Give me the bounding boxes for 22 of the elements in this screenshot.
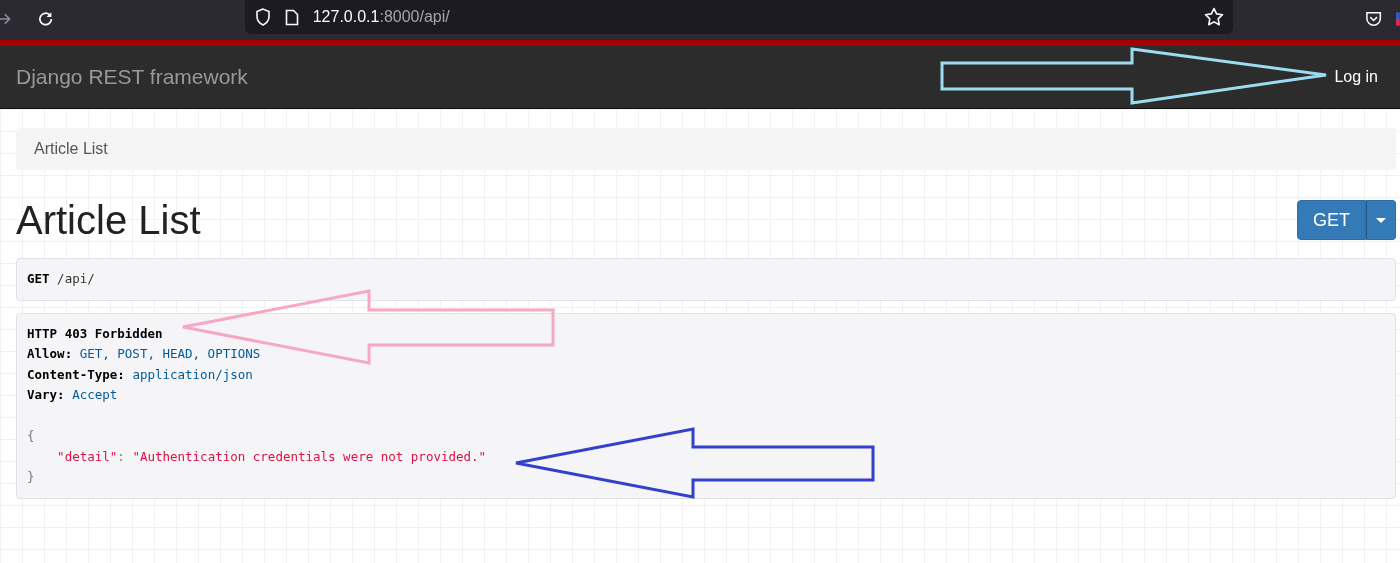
- shield-icon[interactable]: [254, 8, 271, 26]
- dropdown-button[interactable]: [1366, 200, 1396, 240]
- brand-link[interactable]: Django REST framework: [16, 65, 248, 89]
- login-link[interactable]: Log in: [1334, 68, 1378, 86]
- reload-icon[interactable]: [37, 10, 55, 28]
- json-line: "detail": "Authentication credentials were not provided.": [56, 447, 488, 466]
- header-line: Content-Type: application/json: [27, 365, 254, 384]
- breadcrumb-item[interactable]: Article List: [34, 140, 108, 158]
- header-line: Allow: GET, POST, HEAD, OPTIONS: [27, 345, 262, 363]
- page-icon: [284, 8, 299, 26]
- forward-icon[interactable]: [0, 12, 12, 26]
- request-line: GET /api/: [27, 270, 96, 288]
- get-button[interactable]: GET: [1297, 200, 1366, 240]
- star-icon[interactable]: [1203, 7, 1224, 27]
- caret-icon: [1376, 217, 1386, 223]
- brace-text: }: [27, 468, 36, 486]
- brace-text: {: [27, 427, 36, 445]
- address-text[interactable]: 127.0.0.1:8000/api/: [312, 8, 450, 26]
- page-title: Article List: [16, 197, 201, 243]
- pocket-icon[interactable]: [1364, 11, 1383, 27]
- status-line: HTTP 403 Forbidden: [27, 324, 164, 343]
- header-line: Vary: Accept: [27, 386, 119, 404]
